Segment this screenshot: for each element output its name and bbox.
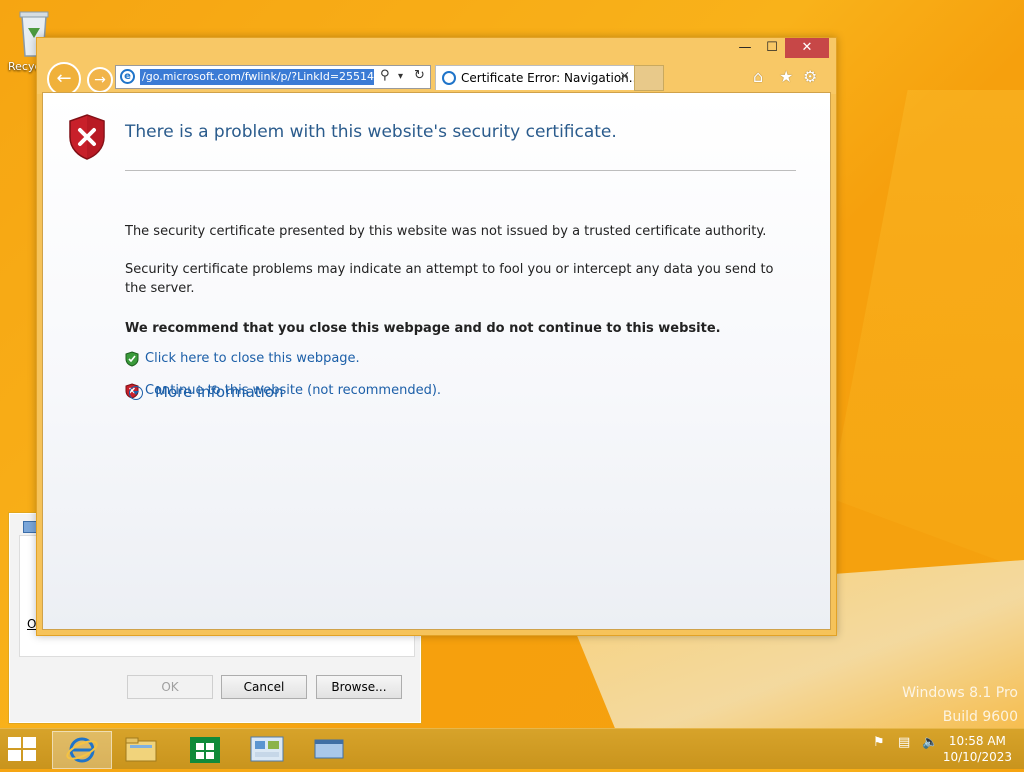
close-window-button[interactable]: ✕ [785, 38, 829, 58]
certificate-message: The security certificate presented by th… [125, 224, 767, 239]
tab-certificate-error[interactable]: Certificate Error: Navigation... × [435, 65, 640, 90]
tab-close-icon[interactable]: × [619, 69, 630, 84]
shield-error-icon [69, 114, 105, 160]
clock-time: 10:58 AM [948, 734, 1006, 748]
wallpaper-shape [830, 90, 1024, 570]
tab-title: Certificate Error: Navigation... [461, 71, 641, 85]
taskbar-internet-explorer[interactable] [52, 731, 112, 769]
store-icon [190, 737, 220, 763]
start-button[interactable] [8, 737, 38, 761]
control-panel-icon [250, 736, 284, 762]
browser-window: — ☐ ✕ ← → e /go.microsoft.com/fwlink/p/?… [36, 37, 837, 636]
taskbar: ⚑ ▤ 🔈 10:58 AM 10/10/2023 [0, 728, 1024, 769]
page-title: There is a problem with this website's s… [125, 122, 617, 142]
volume-muted-icon[interactable]: 🔈 [922, 735, 938, 750]
clock-date: 10/10/2023 [942, 750, 1012, 764]
page-content: There is a problem with this website's s… [42, 92, 831, 630]
forward-button[interactable]: → [87, 67, 113, 93]
dropdown-icon[interactable]: ▾ [398, 71, 403, 82]
shield-ok-icon [125, 351, 139, 367]
windows-edition-watermark: Windows 8.1 Pro [902, 685, 1018, 701]
more-information-toggle[interactable]: More information [129, 383, 284, 401]
home-icon[interactable]: ⌂ [753, 67, 763, 86]
chevron-down-icon [129, 386, 143, 400]
ie-favicon-icon: e [120, 69, 135, 84]
search-icon[interactable]: ⚲ [380, 68, 390, 83]
address-bar[interactable]: e /go.microsoft.com/fwlink/p/?LinkId=255… [115, 65, 431, 89]
browse-button[interactable]: Browse... [316, 675, 402, 699]
arrow-left-icon: ← [56, 68, 72, 89]
back-button[interactable]: ← [47, 62, 81, 96]
more-information-label: More information [155, 383, 284, 401]
warning-message: Security certificate problems may indica… [125, 262, 774, 296]
address-url[interactable]: /go.microsoft.com/fwlink/p/?LinkId=25514… [140, 69, 374, 85]
maximize-button[interactable]: ☐ [759, 38, 785, 58]
favorites-star-icon[interactable]: ★ [779, 67, 793, 86]
taskbar-control-panel[interactable] [238, 731, 296, 767]
windows-build-watermark: Build 9600 [942, 709, 1018, 725]
ok-button[interactable]: OK [127, 675, 213, 699]
cancel-button[interactable]: Cancel [221, 675, 307, 699]
recommendation-text: We recommend that you close this webpage… [125, 321, 721, 336]
ie-favicon-icon [442, 71, 456, 85]
close-webpage-label: Click here to close this webpage. [145, 351, 360, 366]
arrow-right-icon: → [94, 72, 106, 88]
taskbar-store[interactable] [176, 731, 234, 767]
gear-icon[interactable]: ⚙ [803, 67, 817, 86]
divider [125, 170, 796, 171]
network-icon[interactable]: ▤ [898, 735, 910, 750]
action-center-flag-icon[interactable]: ⚑ [873, 735, 885, 750]
folder-icon [125, 737, 157, 762]
minimize-button[interactable]: — [731, 38, 759, 58]
taskbar-file-explorer[interactable] [112, 731, 170, 767]
internet-explorer-icon [66, 737, 98, 763]
taskbar-window-app[interactable] [300, 731, 358, 767]
system-clock[interactable]: 10:58 AM 10/10/2023 [943, 733, 1012, 765]
close-webpage-link[interactable]: Click here to close this webpage. [125, 351, 360, 367]
window-icon [314, 739, 344, 759]
new-tab-button[interactable] [634, 65, 664, 91]
refresh-icon[interactable]: ↻ [414, 68, 425, 83]
